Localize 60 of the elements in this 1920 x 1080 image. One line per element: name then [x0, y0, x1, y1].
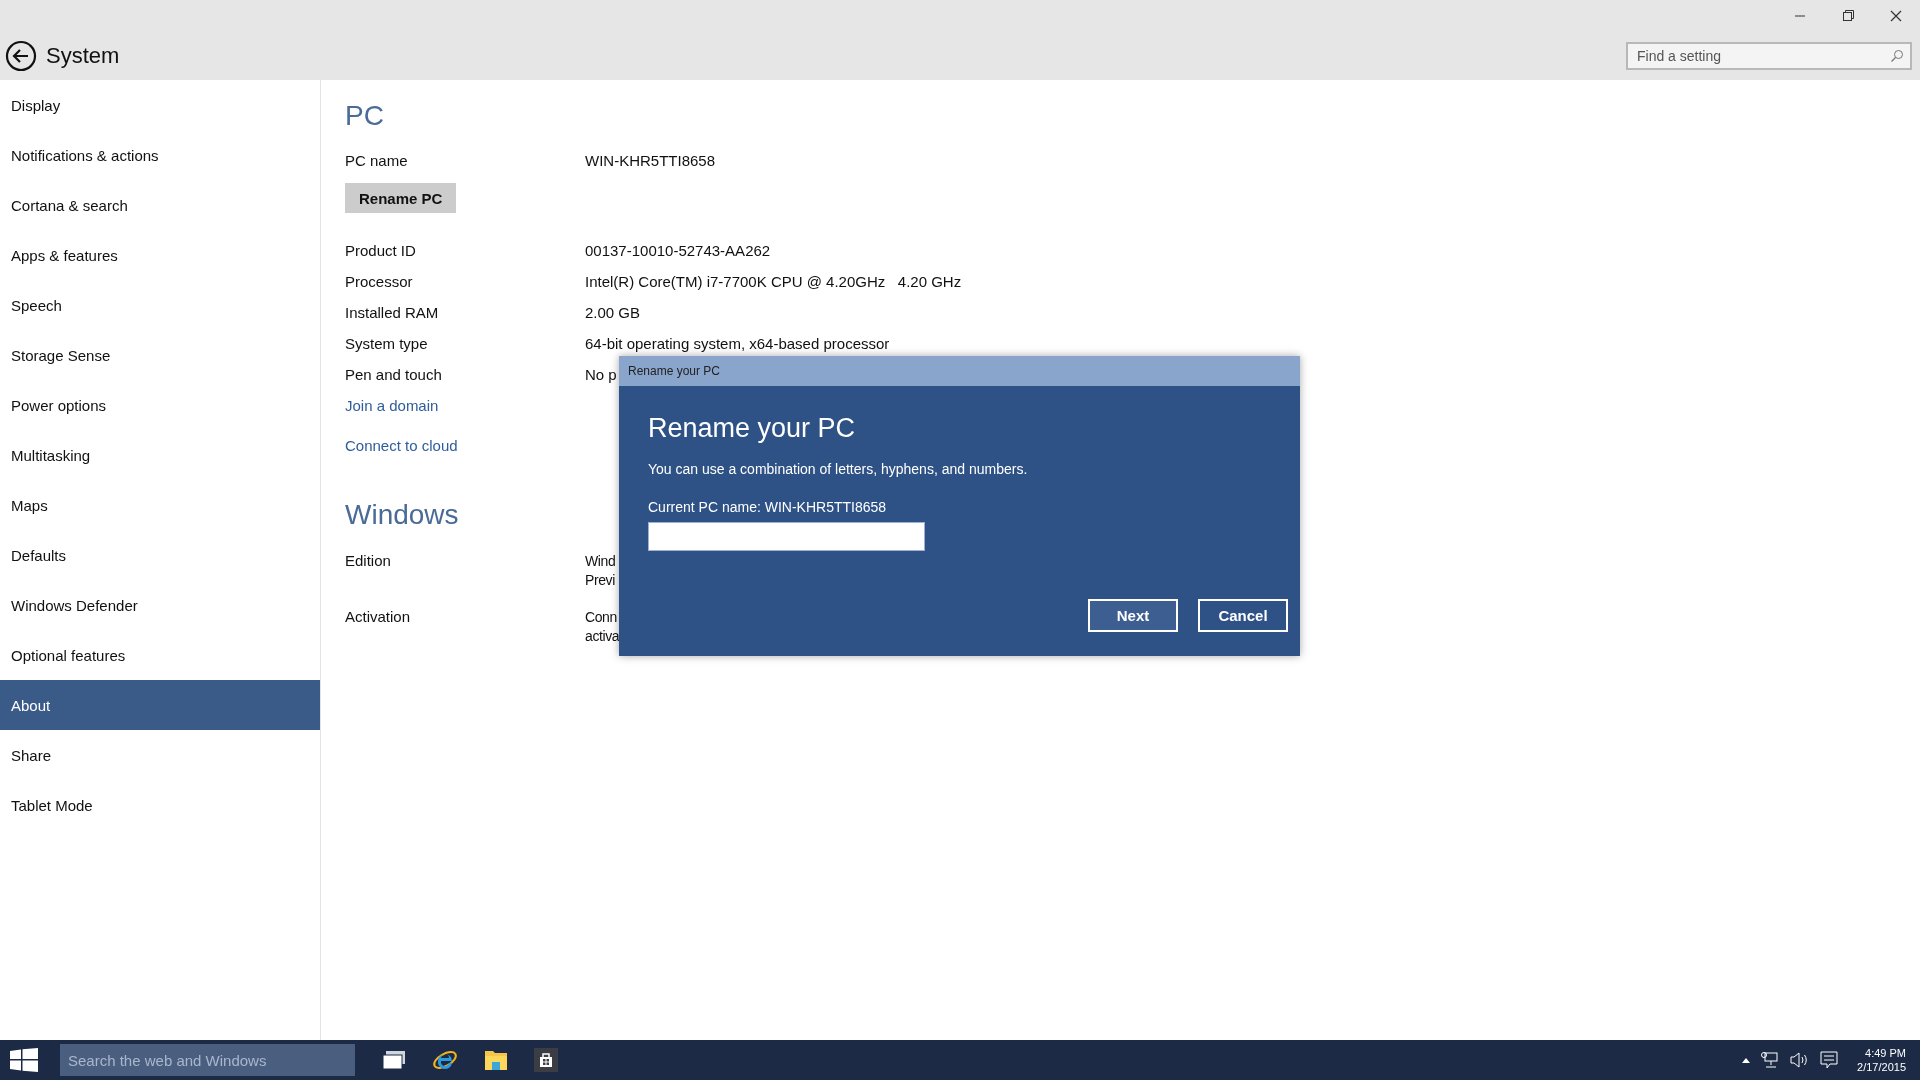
property-label: Product ID [345, 242, 416, 259]
property-label: Edition [345, 552, 391, 569]
name-input-field[interactable] [648, 522, 925, 551]
dialog-button[interactable]: Next [1088, 599, 1178, 632]
property-value: 2.00 GB [585, 304, 641, 321]
section-heading: PC [345, 99, 384, 133]
property-value: No p [585, 366, 617, 383]
sidebar-item[interactable]: Defaults [0, 530, 320, 580]
window-title: System [46, 43, 121, 69]
sidebar-item[interactable]: Windows Defender [0, 580, 320, 630]
dialog-title-bar: Rename your PC [619, 356, 1300, 386]
sidebar-item[interactable]: Notifications & actions [0, 130, 320, 180]
sidebar-item[interactable]: Optional features [0, 630, 320, 680]
property-value: Previ [585, 571, 615, 590]
sidebar-item[interactable]: Display [0, 80, 320, 130]
search-field[interactable]: Find a setting [1626, 42, 1912, 70]
property-label: Processor [345, 273, 413, 290]
property-value: Wind [585, 552, 616, 571]
sidebar-item[interactable]: Maps [0, 480, 320, 530]
sidebar-item[interactable]: Apps & features [0, 230, 320, 280]
sidebar-item[interactable]: Speech [0, 280, 320, 330]
sidebar-item[interactable]: About [0, 680, 320, 730]
property-label: System type [345, 335, 428, 352]
clock-date[interactable]: 2/17/2015 [1857, 1060, 1906, 1074]
sidebar-item[interactable]: Share [0, 730, 320, 780]
store-icon[interactable] [534, 1048, 558, 1072]
rename-button[interactable]: Rename PC [345, 183, 457, 213]
property-value: activa [585, 627, 620, 646]
sidebar-item[interactable]: Tablet Mode [0, 780, 320, 830]
start-icon[interactable] [10, 1048, 38, 1072]
sidebar-item[interactable]: Power options [0, 380, 320, 430]
link[interactable]: Connect to cloud [345, 430, 458, 461]
network-icon[interactable] [1761, 1051, 1780, 1069]
property-label: Installed RAM [345, 304, 439, 321]
show-hidden-icon[interactable] [1741, 1056, 1752, 1064]
property-label: PC name [345, 152, 408, 169]
folder-icon[interactable] [484, 1049, 508, 1071]
current-name-label: Current PC name: WIN-KHR5TTI8658 [648, 499, 888, 515]
sidebar-item[interactable]: Multitasking [0, 430, 320, 480]
property-label: Pen and touch [345, 366, 442, 383]
clock-time[interactable]: 4:49 PM [1865, 1046, 1906, 1060]
property-value: 00137-10010-52743-AA262 [585, 242, 771, 259]
link[interactable]: Join a domain [345, 390, 439, 421]
dialog-description: You can use a combination of letters, hyphens, and numbers. [648, 461, 1029, 477]
dialog-heading: Rename your PC [648, 412, 857, 445]
property-value: Intel(R) Core(TM) i7-7700K CPU @ 4.20GHz 4.20 GHz [585, 273, 962, 290]
property-value: WIN-KHR5TTI8658 [585, 152, 716, 169]
speaker-icon[interactable] [1789, 1051, 1810, 1069]
back-icon[interactable] [5, 40, 37, 72]
section-heading: Windows [345, 498, 459, 532]
property-label: Activation [345, 608, 411, 625]
sidebar-item[interactable]: Cortana & search [0, 180, 320, 230]
message-icon[interactable] [1819, 1050, 1840, 1070]
search-icon [1890, 49, 1904, 63]
sidebar-item[interactable]: Storage Sense [0, 330, 320, 380]
task-view-icon[interactable] [382, 1050, 406, 1070]
property-value: 64-bit operating system, x64-based processor [585, 335, 890, 352]
taskbar-search-field[interactable]: Search the web and Windows [60, 1044, 355, 1076]
property-value: Conn [585, 608, 617, 627]
dialog-button[interactable]: Cancel [1198, 599, 1288, 632]
